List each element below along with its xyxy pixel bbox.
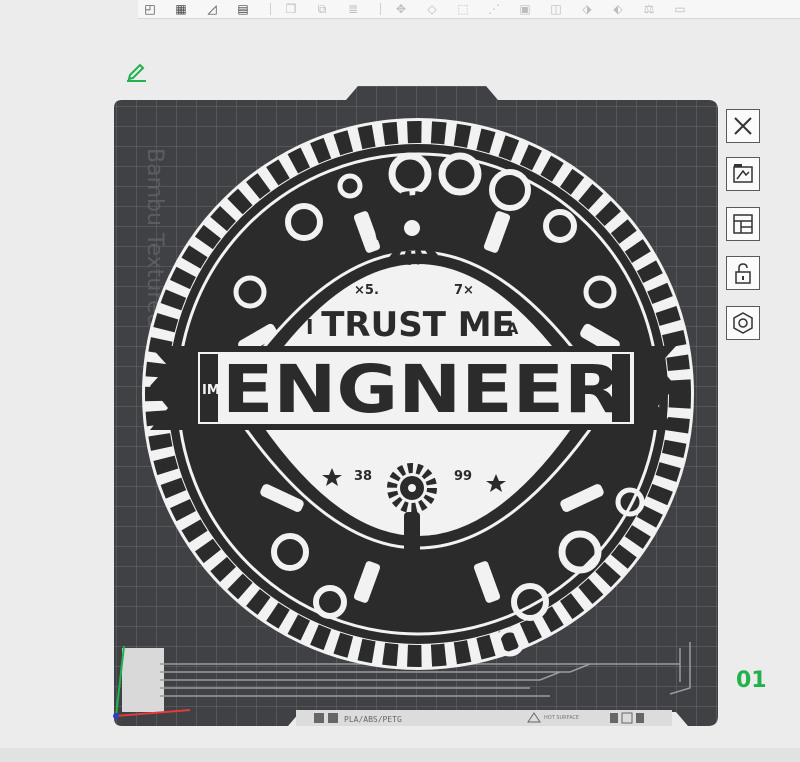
move-icon[interactable]: ✥ [389,1,413,17]
scale-icon[interactable]: ⬚ [451,1,475,17]
add-object-icon[interactable]: ◰ [138,1,162,17]
auto-orient-plate-button[interactable] [726,157,760,191]
list-icon[interactable]: ≣ [341,1,365,17]
close-plate-button[interactable] [726,109,760,143]
svg-text:I: I [306,315,313,339]
artwork-banner-word: ENGNEER [222,351,622,428]
plate-corner-pad [122,648,164,712]
plate-number: 01 [736,668,767,693]
plate-icon[interactable]: ▤ [231,1,255,17]
svg-text:PLA/ABS/PETG: PLA/ABS/PETG [344,715,402,724]
svg-text:38: 38 [354,469,372,484]
svg-text:×5.: ×5. [354,283,379,298]
pencil-icon[interactable] [124,58,150,82]
toolbar-separator [270,3,271,15]
support-paint-icon[interactable]: ⬗ [575,1,599,17]
close-icon [734,117,752,135]
auto-orient-icon [733,164,753,183]
svg-text:A: A [506,319,519,338]
arrange-grid-icon[interactable]: ▦ [169,1,193,17]
boolean-icon[interactable]: ◫ [544,1,568,17]
top-toolbar: ◰ ▦ ◿ ▤ ❐ ⧉ ≣ ✥ ◇ ⬚ ⋰ ▣ ◫ ⬗ ⬖ ⚖ ▭ [138,0,800,19]
lock-plate-button[interactable] [726,256,760,290]
plate-bottom-label: PLA/ABS/PETG HOT SURFACE [296,710,672,726]
svg-text:IM: IM [202,383,220,398]
svg-text:HOT SURFACE: HOT SURFACE [544,715,579,721]
rotate-icon[interactable]: ◇ [420,1,444,17]
text-icon[interactable]: ▭ [668,1,692,17]
artwork-line1: TRUST ME [321,305,515,345]
build-plate[interactable]: Bambu Textured PEI Plate PLA/ABS/PETG HO… [110,82,732,732]
paste-icon[interactable]: ⧉ [310,1,334,17]
plate-settings-button[interactable] [726,306,760,340]
toolbar-separator [380,3,381,15]
svg-text:99: 99 [454,469,472,484]
artwork-banner: IM ENGNEER [150,346,676,430]
auto-orient-icon[interactable]: ◿ [200,1,224,17]
arrange-icon [733,214,753,234]
arrange-plate-button[interactable] [726,207,760,241]
hexagon-icon [733,312,753,334]
seam-paint-icon[interactable]: ⬖ [606,1,630,17]
lock-icon [735,263,751,284]
svg-text:7×: 7× [454,283,474,298]
cut-icon[interactable]: ▣ [513,1,537,17]
bottom-strip [0,748,800,762]
engineer-artwork[interactable]: ×5. 7× 38 99 I TRUST ME A IM ENGNEER [142,118,694,670]
copy-icon[interactable]: ❐ [279,1,303,17]
measure-icon[interactable]: ⚖ [637,1,661,17]
lay-flat-icon[interactable]: ⋰ [482,1,506,17]
